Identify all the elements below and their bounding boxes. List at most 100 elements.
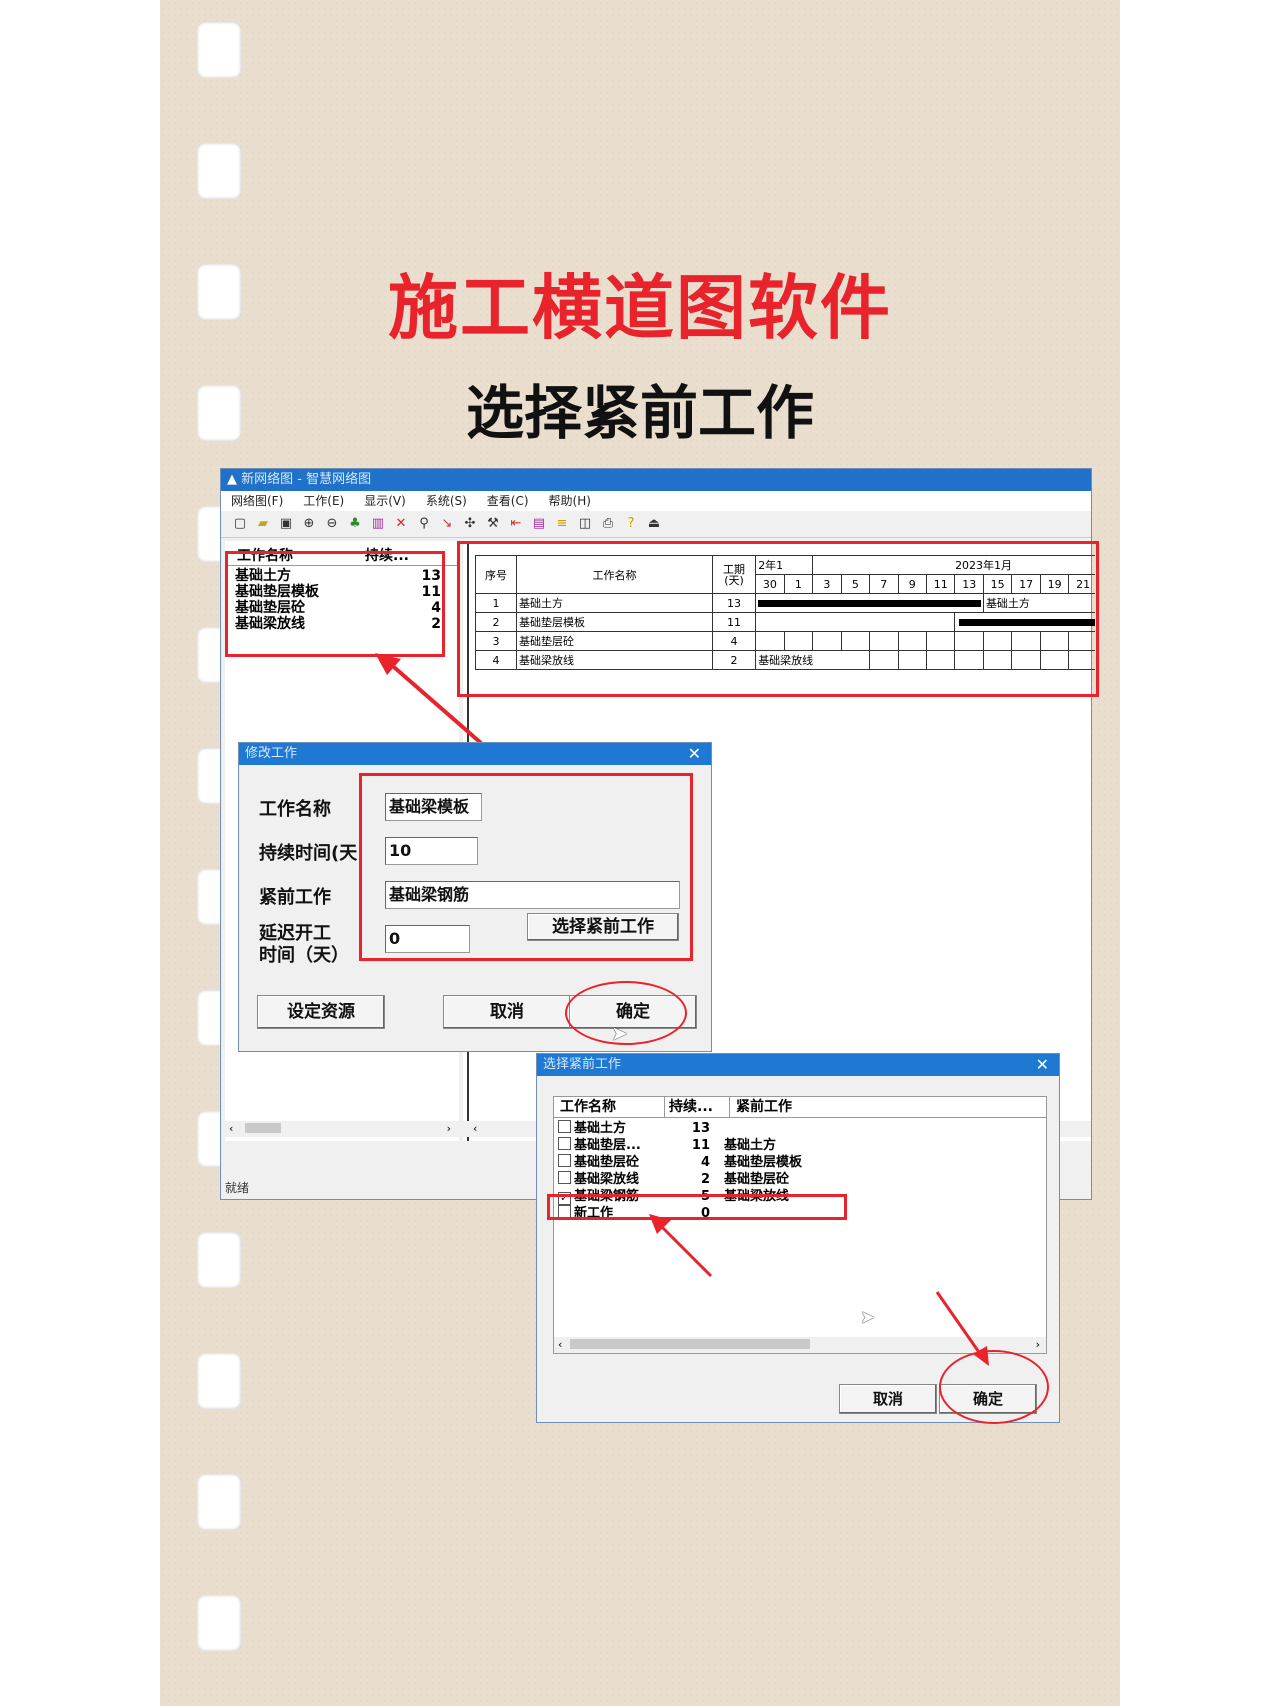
chart-icon[interactable]: ▥ bbox=[369, 515, 387, 533]
label-predecessor: 紧前工作 bbox=[259, 887, 331, 908]
align-icon[interactable]: ≡ bbox=[553, 515, 571, 533]
tools-icon[interactable]: ⚒ bbox=[484, 515, 502, 533]
select-dialog-titlebar[interactable]: 选择紧前工作 ✕ bbox=[537, 1054, 1059, 1076]
binder-hole bbox=[197, 22, 241, 78]
col-predecessor[interactable]: 紧前工作 bbox=[730, 1097, 792, 1117]
label-delay: 延迟开工 时间（天） bbox=[259, 923, 349, 967]
menu-file[interactable]: 网络图(F) bbox=[231, 491, 283, 511]
preview-icon[interactable]: ◫ bbox=[576, 515, 594, 533]
new-file-icon[interactable]: ▢ bbox=[231, 515, 249, 533]
checkbox[interactable] bbox=[558, 1154, 571, 1167]
network-icon[interactable]: ♣ bbox=[346, 515, 364, 533]
help-icon[interactable]: ? bbox=[622, 515, 640, 533]
zoom-in-icon[interactable]: ⊕ bbox=[300, 515, 318, 533]
scroll-right-icon[interactable]: › bbox=[1036, 1337, 1040, 1353]
label-duration: 持续时间(天 bbox=[259, 843, 358, 864]
row-duration: 11 bbox=[691, 1138, 710, 1153]
label-delay-line2: 时间（天） bbox=[259, 945, 349, 966]
col-duration[interactable]: 持续... bbox=[665, 1097, 730, 1117]
row-duration: 13 bbox=[691, 1121, 710, 1136]
menu-system[interactable]: 系统(S) bbox=[426, 491, 467, 511]
checkbox[interactable] bbox=[558, 1137, 571, 1150]
headline-subtitle: 选择紧前工作 bbox=[465, 379, 814, 447]
main-window-titlebar[interactable]: ▲ 新网络图 - 智慧网络图 bbox=[221, 469, 1091, 491]
row-predecessor: 基础垫层模板 bbox=[724, 1155, 803, 1170]
select-dialog-title: 选择紧前工作 bbox=[543, 1057, 622, 1072]
menu-view[interactable]: 显示(V) bbox=[364, 491, 406, 511]
print-icon[interactable]: ⎙ bbox=[599, 515, 617, 533]
binder-hole bbox=[197, 1595, 241, 1651]
app-icon: ▲ bbox=[227, 472, 242, 487]
scroll-left-icon[interactable]: ‹ bbox=[473, 1122, 477, 1135]
row-name: 基础土方 bbox=[558, 1120, 678, 1137]
set-resources-button[interactable]: 设定资源 bbox=[257, 995, 385, 1029]
arrow-annotation bbox=[375, 653, 483, 745]
mouse-cursor-icon: ➤ bbox=[611, 1021, 628, 1045]
row-name-text: 基础垫层... bbox=[574, 1138, 641, 1153]
headline-title: 施工横道图软件 bbox=[388, 267, 892, 349]
toolbar: ▢ ▰ ▣ ⊕ ⊖ ♣ ▥ ✕ ⚲ ↘ ✣ ⚒ ⇤ ▤ ≡ ◫ ⎙ ? ⏏ bbox=[221, 511, 1091, 538]
row-name: 基础垫层砼 bbox=[558, 1154, 678, 1171]
save-icon[interactable]: ▣ bbox=[277, 515, 295, 533]
main-window-title: 新网络图 - 智慧网络图 bbox=[241, 472, 372, 487]
edit-dialog-title: 修改工作 bbox=[245, 746, 298, 761]
link-icon[interactable]: ↘ bbox=[438, 515, 456, 533]
arrow-annotation bbox=[935, 1291, 989, 1366]
list-item[interactable]: 基础垫层砼 4 基础垫层模板 bbox=[558, 1154, 1046, 1171]
arrow-annotation bbox=[649, 1214, 713, 1278]
open-folder-icon[interactable]: ▰ bbox=[254, 515, 272, 533]
row-predecessor: 基础土方 bbox=[724, 1138, 777, 1153]
label-delay-line1: 延迟开工 bbox=[259, 923, 331, 944]
binder-hole bbox=[197, 1232, 241, 1288]
cancel-button[interactable]: 取消 bbox=[839, 1384, 937, 1414]
binder-hole bbox=[197, 143, 241, 199]
scroll-thumb[interactable] bbox=[244, 1123, 281, 1133]
row-name: 基础梁放线 bbox=[558, 1171, 678, 1188]
list-item[interactable]: 基础梁放线 2 基础垫层砼 bbox=[558, 1171, 1046, 1188]
edit-work-dialog: 修改工作 ✕ 工作名称 持续时间(天 紧前工作 延迟开工 时间（天） 基础梁模板… bbox=[238, 742, 712, 1052]
search-icon[interactable]: ⚲ bbox=[415, 515, 433, 533]
list-hscrollbar[interactable]: ‹ › bbox=[225, 1121, 459, 1137]
predecessor-list-header: 工作名称 持续... 紧前工作 bbox=[554, 1097, 1046, 1118]
delete-icon[interactable]: ✕ bbox=[392, 515, 410, 533]
list-item[interactable]: 基础垫层... 11 基础土方 bbox=[558, 1137, 1046, 1154]
row-duration: 2 bbox=[700, 1172, 710, 1187]
cancel-button[interactable]: 取消 bbox=[443, 995, 571, 1029]
row-predecessor bbox=[710, 1120, 724, 1137]
exit-icon[interactable]: ⏏ bbox=[645, 515, 663, 533]
binder-hole bbox=[197, 1474, 241, 1530]
move-icon[interactable]: ✣ bbox=[461, 515, 479, 533]
close-icon[interactable]: ✕ bbox=[1036, 1054, 1049, 1076]
row-name-text: 基础土方 bbox=[574, 1121, 627, 1136]
scroll-left-icon[interactable]: ‹ bbox=[229, 1122, 233, 1135]
menu-bar: 网络图(F) 工作(E) 显示(V) 系统(S) 查看(C) 帮助(H) bbox=[221, 491, 1091, 511]
highlight-box-gantt bbox=[457, 541, 1099, 697]
row-name: 基础垫层... bbox=[558, 1137, 678, 1154]
menu-help[interactable]: 帮助(H) bbox=[549, 491, 591, 511]
list-item[interactable]: 基础土方 13 bbox=[558, 1120, 1046, 1137]
gantt-icon[interactable]: ▤ bbox=[530, 515, 548, 533]
indent-icon[interactable]: ⇤ bbox=[507, 515, 525, 533]
menu-check[interactable]: 查看(C) bbox=[487, 491, 529, 511]
row-name-text: 基础垫层砼 bbox=[574, 1155, 640, 1170]
checkbox[interactable] bbox=[558, 1171, 571, 1184]
scroll-right-icon[interactable]: › bbox=[447, 1121, 451, 1137]
row-predecessor: 基础垫层砼 bbox=[724, 1172, 790, 1187]
close-icon[interactable]: ✕ bbox=[688, 743, 701, 765]
label-work-name: 工作名称 bbox=[259, 799, 331, 820]
select-predecessor-dialog: 选择紧前工作 ✕ 工作名称 持续... 紧前工作 基础土方 13 基础垫层... 1… bbox=[536, 1053, 1060, 1424]
row-name-text: 基础梁放线 bbox=[574, 1172, 640, 1187]
mouse-cursor-icon: ➤ bbox=[860, 1307, 876, 1328]
col-work-name[interactable]: 工作名称 bbox=[560, 1097, 665, 1117]
zoom-out-icon[interactable]: ⊖ bbox=[323, 515, 341, 533]
scroll-left-icon[interactable]: ‹ bbox=[558, 1338, 562, 1351]
row-duration: 4 bbox=[700, 1155, 710, 1170]
menu-work[interactable]: 工作(E) bbox=[303, 491, 344, 511]
highlight-box-fields bbox=[359, 773, 693, 961]
edit-dialog-titlebar[interactable]: 修改工作 ✕ bbox=[239, 743, 711, 765]
scroll-thumb[interactable] bbox=[569, 1339, 810, 1349]
binder-hole bbox=[197, 1353, 241, 1409]
highlight-box-list bbox=[225, 551, 445, 657]
status-bar: 就绪 bbox=[225, 1181, 250, 1195]
checkbox[interactable] bbox=[558, 1120, 571, 1133]
